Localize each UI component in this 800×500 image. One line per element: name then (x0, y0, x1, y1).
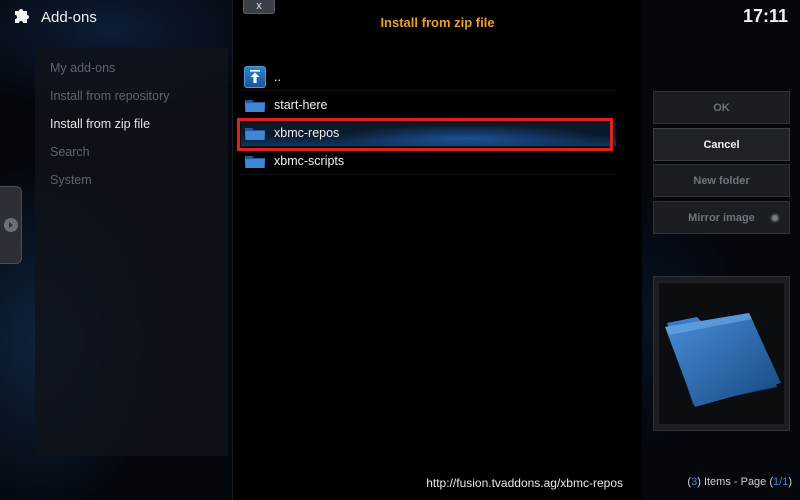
page-number: 1/1 (773, 476, 789, 488)
selection-highlight (237, 118, 613, 151)
menu-item-search[interactable]: Search (35, 138, 228, 166)
parent-folder-icon (244, 65, 266, 88)
new-folder-button-label: New folder (693, 174, 750, 187)
cancel-button[interactable]: Cancel (653, 128, 790, 161)
chevron-right-icon (4, 218, 18, 232)
current-path: http://fusion.tvaddons.ag/xbmc-repos (426, 476, 623, 490)
mirror-image-label: Mirror image (688, 211, 755, 224)
list-item-start-here[interactable]: start-here (241, 91, 616, 119)
menu-item-install-from-zip[interactable]: Install from zip file (35, 110, 228, 138)
items-label: Items - Page (703, 476, 767, 488)
file-name: xbmc-scripts (274, 153, 345, 168)
file-name: .. (274, 69, 281, 84)
ok-button-label: OK (713, 101, 730, 114)
preview-frame (659, 283, 784, 424)
items-page-count: (3) Items - Page (1/1) (687, 476, 792, 488)
mirror-image-toggle[interactable]: Mirror image (653, 201, 790, 234)
ok-button[interactable]: OK (653, 91, 790, 124)
list-item-parent[interactable]: .. (241, 63, 616, 91)
items-count: 3 (691, 476, 698, 488)
dialog-title: Install from zip file (380, 15, 495, 30)
install-zip-dialog: x Install from zip file .. start-here xb… (232, 0, 642, 500)
menu-item-my-addons[interactable]: My add-ons (35, 54, 228, 82)
cancel-button-label: Cancel (703, 138, 740, 151)
close-button[interactable]: x (243, 0, 275, 14)
file-name: start-here (274, 97, 328, 112)
side-panel-tab[interactable] (0, 186, 22, 264)
menu-item-system[interactable]: System (35, 166, 228, 194)
new-folder-button[interactable]: New folder (653, 164, 790, 197)
clock: 17:11 (742, 6, 788, 26)
folder-preview (653, 276, 790, 431)
toggle-indicator-icon (770, 213, 780, 223)
close-icon: x (256, 0, 262, 12)
page-title: Add-ons (41, 8, 97, 26)
menu-item-install-from-repository[interactable]: Install from repository (35, 82, 228, 110)
folder-icon (244, 153, 266, 169)
list-item-xbmc-scripts[interactable]: xbmc-scripts (241, 147, 616, 175)
folder-icon (244, 97, 266, 113)
header: Add-ons (0, 0, 232, 34)
large-folder-icon (665, 313, 781, 407)
addons-menu: My add-ons Install from repository Insta… (35, 48, 228, 456)
puzzle-piece-icon (12, 5, 32, 30)
